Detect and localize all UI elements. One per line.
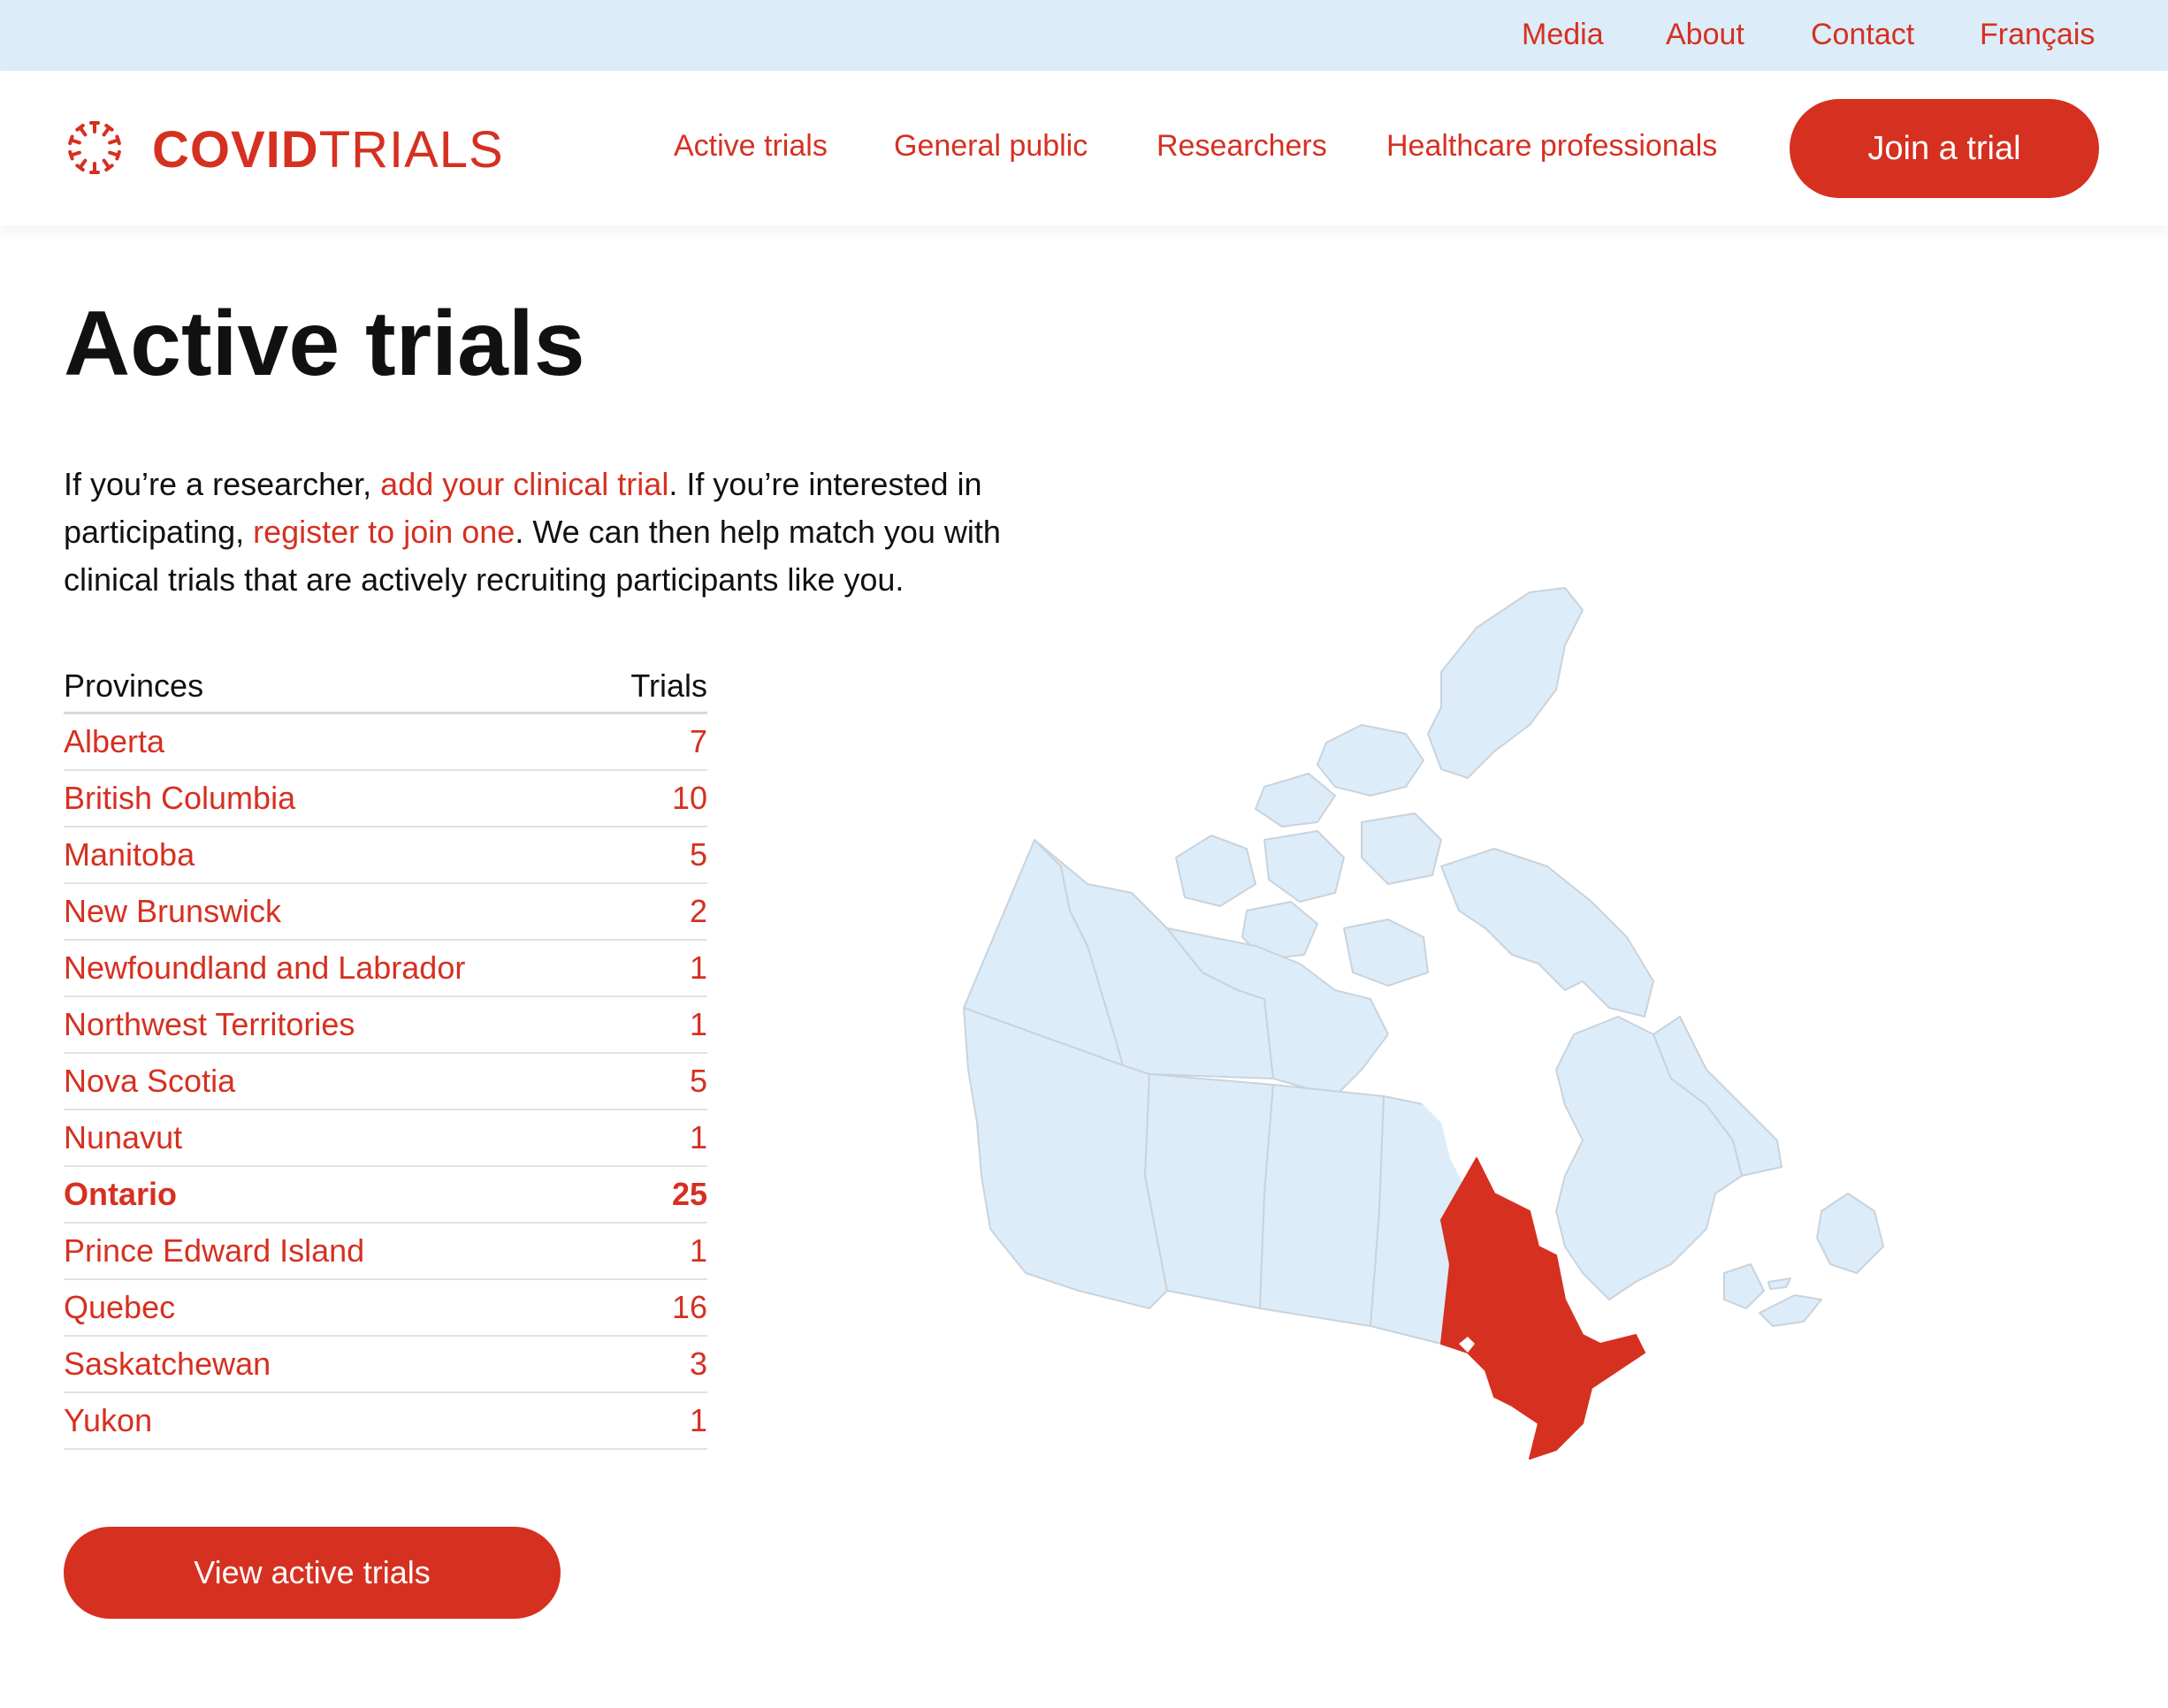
contact-link[interactable]: Contact: [1811, 18, 1914, 52]
table-header: Provinces Trials: [64, 667, 707, 714]
map-arctic-island[interactable]: [1343, 919, 1429, 987]
nav-general-public[interactable]: General public: [894, 129, 1088, 164]
table-row-highlighted[interactable]: Ontario 25: [64, 1167, 707, 1224]
join-trial-button[interactable]: Join a trial: [1790, 99, 2099, 198]
map-region-quebec[interactable]: [1555, 1016, 1743, 1300]
province-name[interactable]: Ontario: [64, 1176, 177, 1213]
table-row[interactable]: Saskatchewan 3: [64, 1337, 707, 1393]
map-arctic-island[interactable]: [1255, 773, 1336, 827]
intro-paragraph: If you’re a researcher, add your clinica…: [64, 461, 1063, 604]
table-row[interactable]: Nunavut 1: [64, 1110, 707, 1167]
map-region-new-brunswick[interactable]: [1723, 1263, 1765, 1309]
provinces-table: Provinces Trials Alberta 7 British Columb…: [64, 667, 707, 1450]
nav-researchers[interactable]: Researchers: [1157, 129, 1327, 164]
map-arctic-island[interactable]: [1317, 724, 1424, 797]
province-name[interactable]: New Brunswick: [64, 893, 281, 930]
table-row[interactable]: Nova Scotia 5: [64, 1054, 707, 1110]
province-name[interactable]: Northwest Territories: [64, 1006, 355, 1043]
nav-healthcare-professionals[interactable]: Healthcare professionals: [1386, 129, 1717, 164]
site-logo[interactable]: COVIDTRIALS: [152, 120, 504, 179]
trial-count: 1: [689, 1402, 707, 1438]
trial-count: 16: [671, 1289, 707, 1325]
page-title: Active trials: [64, 293, 585, 395]
trial-count: 25: [671, 1176, 707, 1212]
canada-map: [963, 587, 1884, 1460]
map-arctic-island[interactable]: [1263, 830, 1345, 903]
map-region-nova-scotia[interactable]: [1759, 1294, 1822, 1327]
table-row[interactable]: Alberta 7: [64, 714, 707, 771]
table-row[interactable]: Northwest Territories 1: [64, 997, 707, 1054]
trial-count: 1: [689, 1119, 707, 1155]
language-toggle-link[interactable]: Français: [1980, 18, 2095, 52]
view-active-trials-button[interactable]: View active trials: [64, 1527, 561, 1619]
province-name[interactable]: Alberta: [64, 723, 164, 760]
table-row[interactable]: Quebec 16: [64, 1280, 707, 1337]
add-clinical-trial-link[interactable]: add your clinical trial: [380, 466, 668, 502]
media-link[interactable]: Media: [1522, 18, 1604, 52]
province-name[interactable]: Prince Edward Island: [64, 1232, 364, 1270]
trials-column-header: Trials: [630, 667, 707, 704]
logo-text-light: TRIALS: [318, 121, 504, 179]
trial-count: 7: [689, 723, 707, 759]
map-arctic-island[interactable]: [1361, 812, 1442, 885]
virus-logo-icon[interactable]: [64, 117, 126, 179]
trial-count: 1: [689, 1232, 707, 1269]
table-row[interactable]: British Columbia 10: [64, 771, 707, 827]
map-region-saskatchewan[interactable]: [1259, 1084, 1385, 1327]
province-name[interactable]: British Columbia: [64, 780, 295, 817]
province-name[interactable]: Manitoba: [64, 836, 195, 873]
about-link[interactable]: About: [1666, 18, 1744, 52]
provinces-column-header: Provinces: [64, 667, 204, 704]
trial-count: 5: [689, 1063, 707, 1099]
trial-count: 10: [671, 780, 707, 816]
province-name[interactable]: Newfoundland and Labrador: [64, 949, 465, 987]
province-name[interactable]: Saskatchewan: [64, 1346, 271, 1383]
trial-count: 1: [689, 1006, 707, 1042]
map-region-pei[interactable]: [1767, 1277, 1791, 1290]
map-newfoundland-island[interactable]: [1816, 1193, 1884, 1274]
trial-count: 2: [689, 893, 707, 929]
table-row[interactable]: Prince Edward Island 1: [64, 1224, 707, 1280]
table-row[interactable]: Newfoundland and Labrador 1: [64, 941, 707, 997]
trial-count: 5: [689, 836, 707, 873]
map-region-alberta[interactable]: [1144, 1073, 1274, 1309]
map-arctic-island[interactable]: [1427, 587, 1584, 779]
table-row[interactable]: New Brunswick 2: [64, 884, 707, 941]
register-link[interactable]: register to join one: [253, 514, 515, 550]
province-name[interactable]: Nunavut: [64, 1119, 182, 1156]
table-row[interactable]: Manitoba 5: [64, 827, 707, 884]
map-baffin-island[interactable]: [1440, 848, 1654, 1018]
site-header: COVIDTRIALS Active trials General public…: [0, 71, 2168, 225]
province-name[interactable]: Quebec: [64, 1289, 175, 1326]
logo-text-bold: COVID: [152, 121, 319, 179]
nav-active-trials[interactable]: Active trials: [674, 129, 828, 164]
table-row[interactable]: Yukon 1: [64, 1393, 707, 1450]
trial-count: 1: [689, 949, 707, 986]
utility-bar: Media About Contact Français: [0, 0, 2168, 71]
province-name[interactable]: Yukon: [64, 1402, 152, 1439]
province-name[interactable]: Nova Scotia: [64, 1063, 235, 1100]
intro-text-1: If you’re a researcher,: [64, 466, 381, 502]
map-arctic-island[interactable]: [1175, 835, 1256, 907]
trial-count: 3: [689, 1346, 707, 1382]
